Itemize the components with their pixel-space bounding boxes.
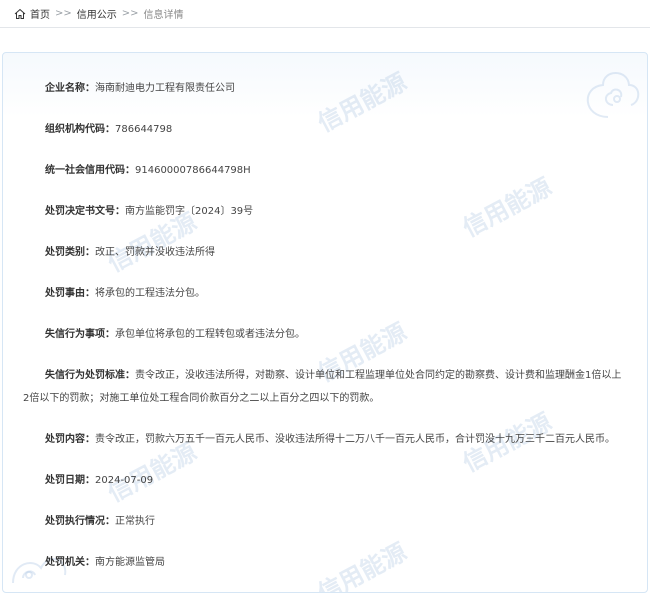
- field-misconduct-item: 失信行为事项：承包单位将承包的工程转包或者违法分包。: [45, 329, 305, 340]
- field-penalty-reason: 处罚事由：将承包的工程违法分包。: [45, 288, 205, 299]
- breadcrumb-home-link[interactable]: 首页: [30, 6, 50, 21]
- field-penalty-standard: 失信行为处罚标准：责令改正，没收违法所得，对勘察、设计单位和工程监理单位处合同约…: [23, 370, 622, 404]
- field-penalty-date: 处罚日期：2024-07-09: [45, 475, 154, 486]
- field-penalty-type: 处罚类别：改正、罚款并没收违法所得: [45, 247, 215, 258]
- field-penalty-authority: 处罚机关：南方能源监管局: [45, 557, 165, 568]
- breadcrumb-separator: >>: [121, 8, 139, 19]
- field-decision-number: 处罚决定书文号：南方监能罚字〔2024〕39号: [45, 206, 254, 217]
- breadcrumb-current: 信息详情: [143, 10, 184, 21]
- breadcrumb-separator: >>: [55, 8, 72, 19]
- field-execution-status: 处罚执行情况：正常执行: [45, 516, 155, 527]
- breadcrumb: 首页 >> 信用公示 >> 信息详情: [0, 0, 650, 28]
- detail-content: 企业名称：海南耐迪电力工程有限责任公司 组织机构代码：786644798 统一社…: [3, 53, 647, 574]
- field-org-code: 组织机构代码：786644798: [45, 124, 173, 135]
- detail-panel: 信用能源 信用能源 信用能源 信用能源 信用能源 信用能源 信用能源 企业名称：…: [2, 52, 648, 593]
- field-company-name: 企业名称：海南耐迪电力工程有限责任公司: [45, 83, 235, 94]
- breadcrumb-section-link[interactable]: 信用公示: [77, 6, 117, 21]
- field-penalty-content: 处罚内容：责令改正，罚款六万五千一百元人民币、没收违法所得十二万八千一百元人民币…: [45, 434, 615, 445]
- field-credit-code: 统一社会信用代码：91460000786644798H: [45, 165, 251, 176]
- home-icon[interactable]: [14, 8, 26, 20]
